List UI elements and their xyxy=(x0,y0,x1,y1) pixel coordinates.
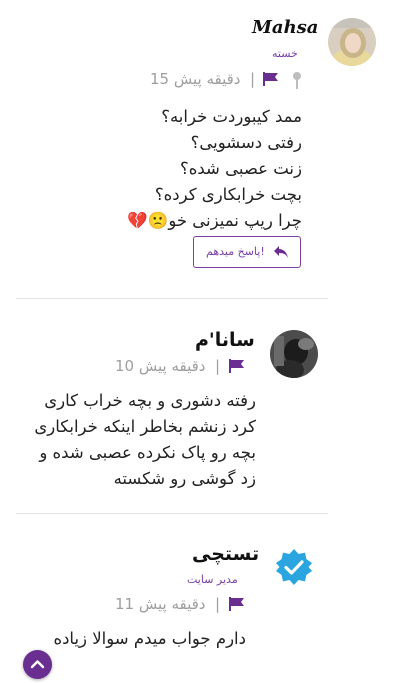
comment-line: زنت عصبی شده؟ xyxy=(179,159,302,178)
pin-icon xyxy=(292,71,302,93)
time-ago: 15 دقیقه پیش xyxy=(150,70,241,88)
avatar[interactable] xyxy=(328,18,376,66)
time-ago: 11 دقیقه پیش xyxy=(115,595,206,613)
comment-author[interactable]: سانا'م xyxy=(195,329,255,351)
comment-meta: 10 دقیقه پیش | xyxy=(115,357,255,377)
reply-button[interactable]: پاسخ میدهم! xyxy=(193,236,301,268)
comment-line: چرا ریپ نمیزنی خو🙁💔 xyxy=(127,211,302,230)
comment-author[interactable]: Mahsa xyxy=(252,17,318,38)
flag-icon[interactable] xyxy=(263,72,279,90)
comment-meta: 15 دقیقه پیش | xyxy=(150,70,312,90)
chevron-up-icon xyxy=(30,660,45,669)
comment-divider xyxy=(16,298,328,299)
comment-line: بچه رو پاک نکرده عصبی شده و xyxy=(39,443,256,462)
meta-separator: | xyxy=(250,70,256,88)
reply-icon xyxy=(273,244,289,260)
comment-text: ممد کیبوردت خرابه؟ رفتی دسشویی؟ زنت عصبی… xyxy=(80,104,302,234)
avatar[interactable] xyxy=(270,330,318,378)
user-role: خسته xyxy=(272,47,298,60)
verified-badge-icon xyxy=(275,548,313,586)
meta-separator: | xyxy=(215,595,221,613)
meta-separator: | xyxy=(215,357,221,375)
time-ago: 10 دقیقه پیش xyxy=(115,357,206,375)
comment-line: رفته دشوری و بچه خراب کاری xyxy=(44,391,256,410)
flag-icon[interactable] xyxy=(229,597,245,615)
reply-button-label: پاسخ میدهم! xyxy=(206,245,265,258)
comment-divider xyxy=(16,513,328,514)
flag-icon[interactable] xyxy=(229,359,245,377)
comment-line: دارم جواب میدم سوالا زیاده xyxy=(53,629,246,648)
scroll-top-button[interactable] xyxy=(23,650,52,679)
comment-line: ممد کیبوردت خرابه؟ xyxy=(161,107,302,126)
comment-line: کرد زنشم بخاطر اینکه خرابکاری xyxy=(34,417,256,436)
comment-text: رفته دشوری و بچه خراب کاری کرد زنشم بخاط… xyxy=(20,388,256,492)
user-role: مدیر سایت xyxy=(187,573,238,586)
comment-author[interactable]: تستچی xyxy=(192,543,259,565)
comment-text: دارم جواب میدم سوالا زیاده xyxy=(40,626,246,652)
comment-meta: 11 دقیقه پیش | xyxy=(115,595,255,615)
comment-line: زد گوشی رو شکسته xyxy=(113,469,256,488)
comment-line: بچت خرابکاری کرده؟ xyxy=(154,185,302,204)
comment-line: رفتی دسشویی؟ xyxy=(190,133,302,152)
